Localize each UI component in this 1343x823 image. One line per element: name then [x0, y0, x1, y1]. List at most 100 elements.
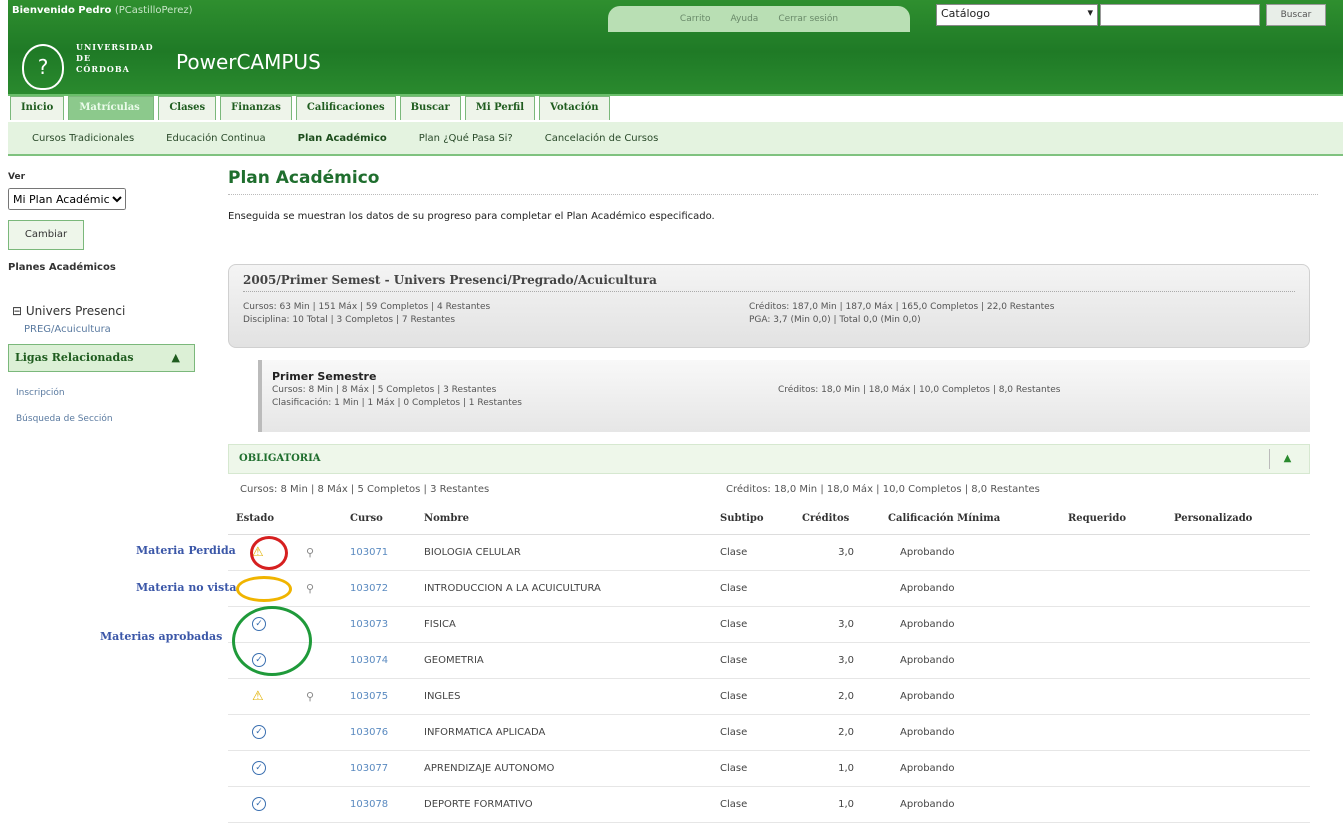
cart-link[interactable]: Carrito — [680, 14, 711, 24]
col-subtipo: Subtipo — [712, 504, 794, 535]
course-custom — [1166, 786, 1310, 823]
tab-inicio[interactable]: Inicio — [10, 96, 65, 120]
annotation-materias-aprobadas: Materias aprobadas — [100, 630, 223, 643]
course-code-link[interactable]: 103074 — [342, 642, 416, 679]
course-credits: 3,0 — [794, 534, 880, 571]
busqueda-seccion-link[interactable]: Búsqueda de Sección — [16, 414, 113, 424]
course-required — [1060, 678, 1166, 715]
col-requerido: Requerido — [1060, 504, 1166, 535]
course-required — [1060, 786, 1166, 823]
semester-title: Primer Semestre — [272, 370, 377, 383]
inscripcion-link[interactable]: Inscripción — [16, 388, 65, 398]
collapse-up-icon[interactable]: ▲ — [1269, 449, 1305, 469]
university-name: UNIVERSIDAD DE CÓRDOBA — [76, 42, 154, 74]
app-header: Bienvenido Pedro (PCastilloPerez) Carrit… — [8, 0, 1343, 96]
subnav-educacion-continua[interactable]: Educación Continua — [166, 133, 265, 144]
plan-summary: 2005/Primer Semest - Univers Presenci/Pr… — [228, 264, 1310, 348]
course-credits: 2,0 — [794, 714, 880, 751]
cambiar-button[interactable]: Cambiar — [8, 220, 84, 250]
sub-navigation: Cursos Tradicionales Educación Continua … — [8, 122, 1343, 156]
course-credits: 1,0 — [794, 786, 880, 823]
magnifier-icon[interactable]: ⚲ — [306, 582, 314, 595]
catalog-select[interactable]: Catálogo ▾ — [936, 4, 1098, 26]
course-min-grade: Aprobando — [880, 678, 1060, 715]
preg-link[interactable]: PREG/Acuicultura — [24, 324, 111, 335]
course-name: APRENDIZAJE AUTONOMO — [416, 750, 712, 787]
course-credits: 3,0 — [794, 642, 880, 679]
tab-clases[interactable]: Clases — [158, 96, 217, 120]
collapse-icon: ⊟ — [12, 304, 26, 318]
search-button[interactable]: Buscar — [1266, 4, 1326, 26]
course-name: BIOLOGIA CELULAR — [416, 534, 712, 571]
plan-stats-right: Créditos: 187,0 Min | 187,0 Máx | 165,0 … — [749, 302, 1055, 325]
obligatoria-header[interactable]: OBLIGATORIA ▲ — [228, 444, 1310, 474]
courses-table: Estado Curso Nombre Subtipo Créditos Cal… — [228, 504, 1310, 823]
table-header: Estado Curso Nombre Subtipo Créditos Cal… — [228, 504, 1310, 535]
table-row: ⚠ ⚲ 103075 INGLES Clase 2,0 Aprobando — [228, 678, 1310, 715]
plan-title: 2005/Primer Semest - Univers Presenci/Pr… — [243, 273, 1295, 292]
course-code-link[interactable]: 103075 — [342, 678, 416, 715]
subnav-plan-academico[interactable]: Plan Académico — [298, 133, 387, 144]
course-code-link[interactable]: 103076 — [342, 714, 416, 751]
cell-detail — [298, 714, 342, 751]
ligas-header[interactable]: Ligas Relacionadas ▲ — [8, 344, 195, 372]
tab-mi-perfil[interactable]: Mi Perfil — [464, 96, 536, 120]
col-calificacion: Calificación Mínima — [880, 504, 1060, 535]
col-blank — [298, 504, 342, 535]
course-credits — [794, 570, 880, 607]
course-min-grade: Aprobando — [880, 570, 1060, 607]
magnifier-icon[interactable]: ⚲ — [306, 546, 314, 559]
page-description: Enseguida se muestran los datos de su pr… — [228, 211, 715, 222]
col-estado: Estado — [228, 504, 298, 535]
course-custom — [1166, 750, 1310, 787]
course-name: DEPORTE FORMATIVO — [416, 786, 712, 823]
course-name: FISICA — [416, 606, 712, 643]
planes-heading: Planes Académicos — [8, 262, 116, 273]
course-credits: 2,0 — [794, 678, 880, 715]
tab-votacion[interactable]: Votación — [539, 96, 610, 120]
course-code-link[interactable]: 103073 — [342, 606, 416, 643]
help-link[interactable]: Ayuda — [731, 14, 759, 24]
course-custom — [1166, 606, 1310, 643]
ver-label: Ver — [8, 172, 26, 182]
highlight-red-ring — [250, 536, 288, 570]
subnav-plan-que-pasa-si[interactable]: Plan ¿Qué Pasa Si? — [419, 133, 513, 144]
course-credits: 3,0 — [794, 606, 880, 643]
course-subtype: Clase — [712, 678, 794, 715]
course-code-link[interactable]: 103072 — [342, 570, 416, 607]
subnav-cursos-tradicionales[interactable]: Cursos Tradicionales — [32, 133, 134, 144]
welcome-text: Bienvenido Pedro (PCastilloPerez) — [12, 5, 193, 16]
obligatoria-courses-summary: Cursos: 8 Min | 8 Máx | 5 Completos | 3 … — [240, 484, 490, 495]
page-title: Plan Académico — [228, 168, 1318, 195]
plan-stats-left: Cursos: 63 Min | 151 Máx | 59 Completos … — [243, 302, 491, 325]
university-logo-icon: ? — [22, 44, 64, 90]
cell-detail — [298, 786, 342, 823]
course-code-link[interactable]: 103077 — [342, 750, 416, 787]
course-code-link[interactable]: 103078 — [342, 786, 416, 823]
search-input[interactable] — [1100, 4, 1260, 26]
check-circle-icon: ✓ — [252, 761, 266, 775]
tab-calificaciones[interactable]: Calificaciones — [295, 96, 396, 120]
table-row: ⚲ 103072 INTRODUCCION A LA ACUICULTURA Clas… — [228, 570, 1310, 607]
course-code-link[interactable]: 103071 — [342, 534, 416, 571]
course-subtype: Clase — [712, 570, 794, 607]
course-name: GEOMETRIA — [416, 642, 712, 679]
tab-finanzas[interactable]: Finanzas — [220, 96, 292, 120]
subnav-cancelacion[interactable]: Cancelación de Cursos — [545, 133, 659, 144]
col-curso: Curso — [342, 504, 416, 535]
tab-matriculas[interactable]: Matrículas — [68, 96, 155, 120]
table-row: ✓ 103073 FISICA Clase 3,0 Aprobando — [228, 606, 1310, 643]
magnifier-icon[interactable]: ⚲ — [306, 690, 314, 703]
course-min-grade: Aprobando — [880, 642, 1060, 679]
logout-link[interactable]: Cerrar sesión — [778, 14, 838, 24]
course-min-grade: Aprobando — [880, 534, 1060, 571]
cell-estado: ✓ — [228, 714, 298, 751]
semester-stats-right: Créditos: 18,0 Min | 18,0 Máx | 10,0 Com… — [778, 385, 1061, 395]
univ-item[interactable]: ⊟ Univers Presenci — [12, 304, 125, 318]
course-min-grade: Aprobando — [880, 714, 1060, 751]
course-required — [1060, 534, 1166, 571]
tab-buscar[interactable]: Buscar — [399, 96, 461, 120]
cell-detail: ⚲ — [298, 570, 342, 607]
plan-select[interactable]: Mi Plan Académico — [8, 188, 126, 210]
course-required — [1060, 750, 1166, 787]
